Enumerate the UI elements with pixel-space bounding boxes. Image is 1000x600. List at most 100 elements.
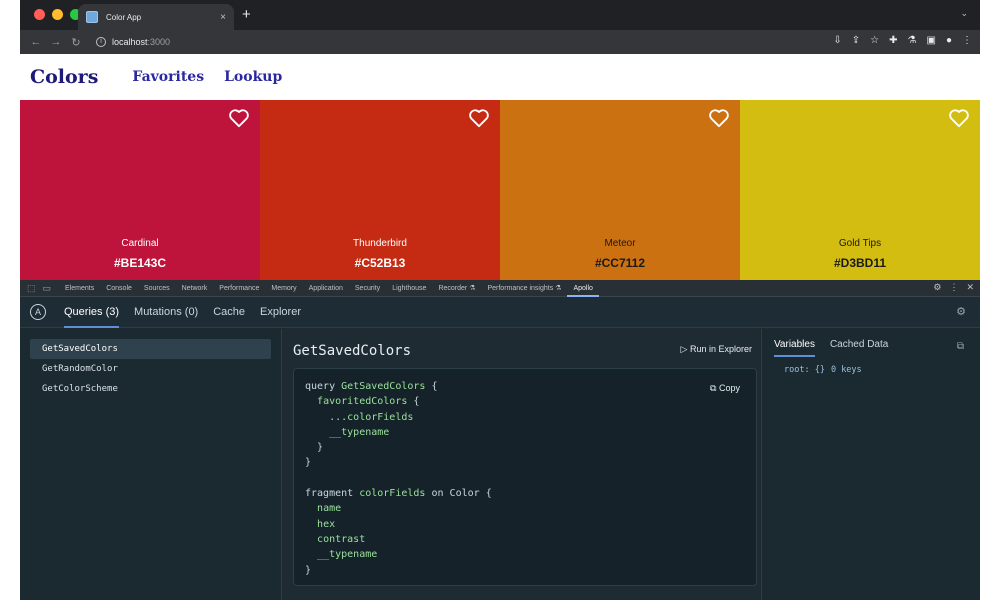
profile-icon[interactable]: ● bbox=[946, 35, 952, 46]
close-window-button[interactable] bbox=[34, 9, 45, 20]
gear-icon[interactable]: ⚙ bbox=[956, 305, 966, 318]
back-icon[interactable]: ← bbox=[26, 36, 46, 48]
devtools-tab-apollo[interactable]: Apollo bbox=[567, 280, 599, 297]
reload-icon[interactable]: ↻ bbox=[66, 36, 86, 49]
code-line: __typename bbox=[317, 549, 378, 561]
nav-favorites-link[interactable]: Favorites bbox=[132, 69, 204, 85]
devtools-tab-application[interactable]: Application bbox=[303, 280, 349, 297]
install-icon[interactable]: ⇩ bbox=[833, 35, 841, 46]
code-line: ...colorFields bbox=[329, 411, 414, 423]
variables-tabs: Variables Cached Data ⧉ bbox=[762, 329, 980, 363]
color-name: Gold Tips bbox=[838, 238, 882, 249]
code-line: hex bbox=[317, 518, 336, 530]
bookmark-star-icon[interactable]: ☆ bbox=[870, 35, 879, 46]
tab-close-icon[interactable]: × bbox=[220, 12, 226, 23]
heart-icon[interactable] bbox=[948, 108, 970, 128]
heart-icon[interactable] bbox=[708, 108, 730, 128]
color-name: Meteor bbox=[604, 238, 636, 249]
devtools-tabbar: ⬚ ▭ Elements Console Sources Network Per… bbox=[20, 280, 980, 297]
color-hex: #CC7112 bbox=[594, 256, 646, 270]
color-hex: #C52B13 bbox=[354, 256, 406, 270]
apollo-tab-mutations[interactable]: Mutations (0) bbox=[134, 297, 198, 328]
devtools-tab-sources[interactable]: Sources bbox=[138, 280, 176, 297]
variables-panel: Variables Cached Data ⧉ root: {} 0 keys bbox=[761, 329, 980, 600]
code-line: } bbox=[305, 564, 312, 576]
query-item-getcolorscheme[interactable]: GetColorScheme bbox=[30, 379, 271, 399]
minimize-window-button[interactable] bbox=[52, 9, 63, 20]
browser-tab[interactable]: Color App × bbox=[78, 4, 234, 30]
play-icon: ▷ bbox=[680, 344, 688, 354]
forward-icon[interactable]: → bbox=[46, 36, 66, 48]
code-line: favoritedColors { bbox=[317, 396, 420, 408]
variables-tree: root: {} 0 keys bbox=[762, 365, 980, 375]
color-swatches: Cardinal #BE143C Thunderbird #C52B13 Met… bbox=[20, 100, 980, 280]
copy-variables-icon[interactable]: ⧉ bbox=[957, 341, 964, 352]
tab-cached-data[interactable]: Cached Data bbox=[830, 335, 888, 357]
tab-variables[interactable]: Variables bbox=[774, 335, 815, 357]
color-swatch-thunderbird[interactable]: Thunderbird #C52B13 bbox=[260, 100, 500, 280]
query-list-panel: GetSavedColors GetRandomColor GetColorSc… bbox=[20, 329, 282, 600]
devtools-close-icon[interactable]: ✕ bbox=[966, 282, 974, 293]
browser-tabbar: Color App × + ⌄ bbox=[20, 0, 980, 30]
browser-window: Color App × + ⌄ ← → ↻ i localhost :3000 … bbox=[20, 0, 980, 600]
heart-icon[interactable] bbox=[228, 108, 250, 128]
color-swatch-meteor[interactable]: Meteor #CC7112 bbox=[500, 100, 740, 280]
run-in-explorer-button[interactable]: ▷ Run in Explorer bbox=[681, 344, 752, 355]
devtools-tab-performance[interactable]: Performance bbox=[213, 280, 265, 297]
window-controls bbox=[34, 9, 81, 20]
devtools-tab-lighthouse[interactable]: Lighthouse bbox=[386, 280, 432, 297]
apollo-tab-queries[interactable]: Queries (3) bbox=[64, 297, 120, 328]
query-detail-panel: GetSavedColors ▷ Run in Explorer ⧉ Copy … bbox=[283, 329, 760, 600]
query-item-getsavedcolors[interactable]: GetSavedColors bbox=[30, 339, 271, 359]
side-panel-icon[interactable]: ▣ bbox=[927, 35, 936, 46]
color-hex: #BE143C bbox=[113, 256, 167, 270]
apollo-tab-explorer[interactable]: Explorer bbox=[260, 297, 301, 328]
query-code-block: ⧉ Copy query GetSavedColors { favoritedC… bbox=[293, 368, 757, 586]
query-item-getrandomcolor[interactable]: GetRandomColor bbox=[30, 359, 271, 379]
devtools-tab-elements[interactable]: Elements bbox=[59, 280, 100, 297]
heart-icon[interactable] bbox=[468, 108, 490, 128]
labs-flask-icon[interactable]: ⚗ bbox=[908, 35, 917, 46]
query-title: GetSavedColors bbox=[293, 343, 412, 359]
browser-toolbar: ← → ↻ i localhost :3000 ⇩ ⇪ ☆ ✚ ⚗ ▣ ● ⋮ bbox=[20, 30, 980, 54]
new-tab-button[interactable]: + bbox=[242, 6, 251, 23]
variables-root: root: {} bbox=[784, 365, 825, 375]
device-toolbar-icon[interactable]: ▭ bbox=[43, 283, 52, 294]
copy-button[interactable]: ⧉ Copy bbox=[710, 383, 740, 394]
nav-lookup-link[interactable]: Lookup bbox=[224, 69, 282, 85]
url-host: localhost bbox=[112, 37, 148, 47]
app-navbar: Colors Favorites Lookup bbox=[20, 54, 980, 100]
code-line: __typename bbox=[329, 426, 390, 438]
devtools-actions: ⚙ ⋮ ✕ bbox=[933, 282, 974, 293]
toolbar-actions: ⇩ ⇪ ☆ ✚ ⚗ ▣ ● ⋮ bbox=[833, 35, 972, 46]
favicon-icon bbox=[86, 11, 98, 23]
devtools-tab-security[interactable]: Security bbox=[349, 280, 386, 297]
url-port: :3000 bbox=[147, 37, 171, 47]
share-icon[interactable]: ⇪ bbox=[852, 35, 860, 46]
brand-link[interactable]: Colors bbox=[30, 66, 98, 88]
apollo-tab-cache[interactable]: Cache bbox=[213, 297, 245, 328]
code-line: } bbox=[317, 442, 324, 454]
devtools-tab-console[interactable]: Console bbox=[100, 280, 138, 297]
devtools-tab-memory[interactable]: Memory bbox=[265, 280, 302, 297]
tab-search-chevron-icon[interactable]: ⌄ bbox=[960, 8, 968, 19]
code-line: contrast bbox=[317, 533, 366, 545]
copy-label: Copy bbox=[718, 383, 740, 393]
address-bar[interactable]: i localhost :3000 bbox=[92, 33, 872, 51]
tab-title: Color App bbox=[106, 12, 142, 22]
menu-kebab-icon[interactable]: ⋮ bbox=[962, 35, 972, 46]
info-icon[interactable]: i bbox=[96, 37, 106, 47]
color-name: Thunderbird bbox=[353, 238, 407, 249]
code-line: } bbox=[305, 457, 312, 469]
devtools-tab-recorder[interactable]: Recorder ⚗ bbox=[432, 280, 481, 297]
color-swatch-cardinal[interactable]: Cardinal #BE143C bbox=[20, 100, 260, 280]
devtools-tab-network[interactable]: Network bbox=[176, 280, 214, 297]
copy-icon: ⧉ bbox=[710, 383, 717, 393]
devtools-tab-performance-insights[interactable]: Performance insights ⚗ bbox=[481, 280, 567, 297]
inspect-element-icon[interactable]: ⬚ bbox=[27, 283, 36, 294]
devtools-menu-icon[interactable]: ⋮ bbox=[949, 282, 958, 293]
color-swatch-gold-tips[interactable]: Gold Tips #D3BD11 bbox=[740, 100, 980, 280]
devtools-gear-icon[interactable]: ⚙ bbox=[933, 282, 941, 293]
extensions-puzzle-icon[interactable]: ✚ bbox=[889, 35, 897, 46]
